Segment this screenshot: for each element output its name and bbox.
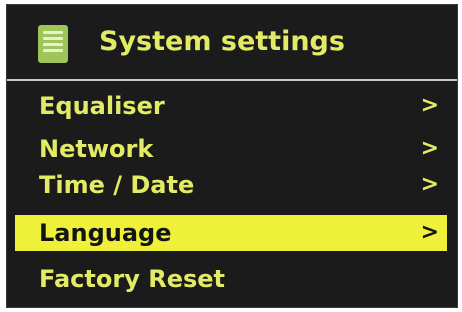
header: System settings: [7, 5, 457, 79]
menu-item-label: Equaliser: [39, 92, 165, 120]
menu-item-time-date[interactable]: Time / Date >: [15, 167, 447, 203]
menu-list-icon: [38, 25, 68, 63]
menu-item-equaliser[interactable]: Equaliser >: [15, 88, 447, 124]
chevron-right-icon: >: [420, 172, 439, 197]
menu-item-label: Factory Reset: [39, 265, 225, 293]
radio-display: System settings Equaliser > Network > Ti…: [6, 4, 458, 308]
menu-item-language[interactable]: Language >: [15, 215, 447, 251]
menu-item-factory-reset[interactable]: Factory Reset: [15, 261, 447, 297]
header-divider: [7, 79, 457, 81]
menu-item-label: Network: [39, 135, 154, 163]
menu-item-label: Time / Date: [39, 171, 195, 199]
chevron-right-icon: >: [420, 220, 439, 245]
chevron-right-icon: >: [420, 136, 439, 161]
menu-item-network[interactable]: Network >: [15, 131, 447, 167]
chevron-right-icon: >: [420, 93, 439, 118]
menu-item-label: Language: [39, 219, 172, 247]
page-title: System settings: [99, 26, 345, 57]
